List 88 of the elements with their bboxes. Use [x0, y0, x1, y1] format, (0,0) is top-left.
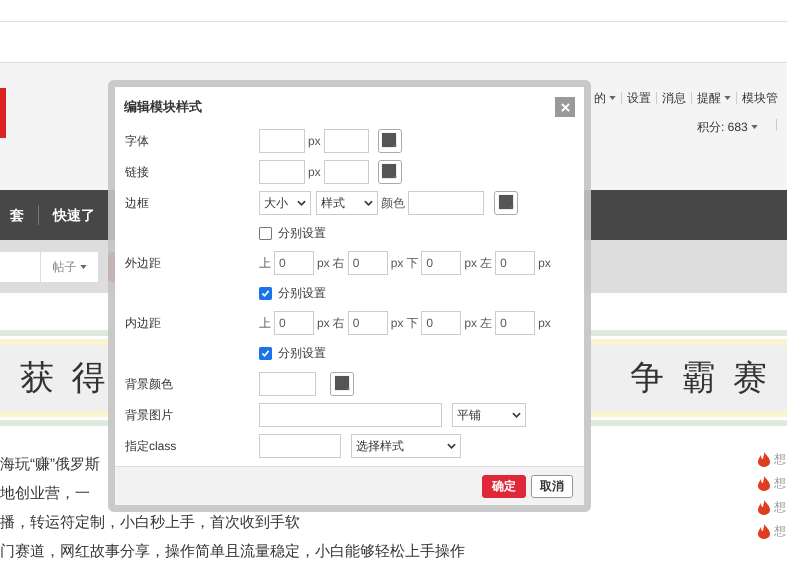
input-field[interactable]: 0: [274, 311, 314, 335]
unit-label: px: [538, 315, 551, 332]
flame-icon: [758, 499, 770, 515]
side-label: 右: [332, 255, 345, 272]
top-link[interactable]: 设置: [627, 89, 651, 107]
field-label: 边框: [125, 196, 149, 210]
side-label: 左: [480, 315, 492, 332]
banner-text: 获 得: [20, 358, 110, 398]
input-field[interactable]: [259, 372, 316, 396]
close-icon: [560, 102, 570, 112]
select-field[interactable]: 平铺: [452, 402, 526, 426]
caret-icon: [80, 264, 86, 268]
input-field[interactable]: 0: [421, 251, 462, 275]
chevron-down-icon: [512, 412, 521, 418]
side-label: 上: [259, 315, 271, 332]
unit-label: px: [308, 164, 321, 180]
flame-icon: [758, 475, 770, 491]
side-label: 下: [406, 255, 418, 272]
field-label: 字体: [125, 134, 149, 148]
checkmark-icon: [261, 348, 270, 358]
side-label: 上: [259, 255, 271, 272]
dialog-title: 编辑模块样式: [124, 98, 202, 116]
unit-label: px: [317, 315, 330, 332]
confirm-button[interactable]: 确定: [482, 474, 526, 498]
input-field[interactable]: [259, 160, 305, 184]
article-line: 门赛道，网红故事分享，操作简单且流量稳定，小白能够轻松上手操作: [0, 542, 465, 562]
field-label: 外边距: [125, 256, 161, 270]
nav-link[interactable]: 套: [10, 204, 24, 226]
input-field[interactable]: [324, 160, 369, 184]
chevron-down-icon: [364, 200, 373, 206]
input-field[interactable]: 0: [348, 251, 388, 275]
top-link[interactable]: 提醒: [697, 89, 731, 107]
top-link[interactable]: 消息: [662, 89, 686, 107]
article-line: 播，转运符定制，小白秒上手，首次收到手软: [0, 513, 300, 533]
field-label: 颜色: [381, 194, 405, 212]
unit-label: px: [464, 315, 478, 332]
unit-label: px: [464, 255, 478, 272]
article-line: 地创业营，一: [0, 484, 90, 504]
color-picker-button[interactable]: [378, 128, 402, 152]
input-field[interactable]: 0: [495, 251, 536, 275]
chevron-down-icon: [297, 200, 306, 206]
field-label: 背景颜色: [125, 376, 173, 390]
unit-label: px: [390, 255, 404, 272]
color-picker-button[interactable]: [330, 372, 354, 396]
side-label: 左: [480, 255, 492, 272]
field-label: 指定class: [125, 439, 176, 453]
input-field[interactable]: 0: [274, 251, 314, 275]
split-setting-checkbox[interactable]: 分别设置: [259, 284, 326, 302]
input-field[interactable]: [259, 128, 305, 152]
unit-label: px: [538, 255, 551, 272]
input-field[interactable]: [259, 402, 442, 426]
input-field[interactable]: 0: [421, 311, 462, 335]
flame-icon: [758, 523, 770, 539]
unit-label: px: [390, 315, 404, 332]
select-field[interactable]: 样式: [316, 190, 378, 214]
top-link[interactable]: 模块管: [742, 89, 778, 107]
side-label: 右: [332, 315, 345, 332]
field-label: 链接: [125, 164, 149, 178]
article-line: 海玩“赚”俄罗斯: [0, 455, 100, 475]
cancel-button[interactable]: 取消: [531, 474, 573, 498]
unit-label: px: [308, 132, 321, 150]
banner-text: 争 霸 赛: [630, 358, 771, 398]
input-field[interactable]: 0: [348, 311, 388, 335]
logo-fragment: [0, 88, 6, 138]
input-field[interactable]: [408, 190, 484, 214]
input-field[interactable]: [259, 434, 341, 458]
side-label: 下: [406, 315, 418, 332]
input-field[interactable]: 0: [495, 311, 536, 335]
caret-icon: [609, 96, 616, 100]
select-field[interactable]: 大小: [259, 190, 311, 214]
nav-link[interactable]: 快速了: [53, 204, 95, 226]
flame-icon: [758, 451, 770, 467]
field-label: 背景图片: [125, 408, 173, 422]
chevron-down-icon: [447, 443, 456, 449]
close-button[interactable]: [555, 97, 575, 117]
split-setting-checkbox[interactable]: 分别设置: [259, 224, 326, 242]
caret-icon: [724, 96, 731, 100]
input-field[interactable]: [324, 128, 369, 152]
split-setting-checkbox[interactable]: 分别设置: [259, 344, 326, 362]
points-link[interactable]: 积分: 683: [697, 118, 758, 136]
color-picker-button[interactable]: [494, 190, 518, 214]
checkmark-icon: [261, 288, 270, 298]
unit-label: px: [317, 255, 330, 272]
color-picker-button[interactable]: [378, 160, 402, 184]
select-field[interactable]: 选择样式: [351, 434, 461, 458]
caret-icon: [750, 125, 758, 129]
field-label: 内边距: [125, 316, 161, 330]
top-link[interactable]: 的: [594, 89, 616, 107]
